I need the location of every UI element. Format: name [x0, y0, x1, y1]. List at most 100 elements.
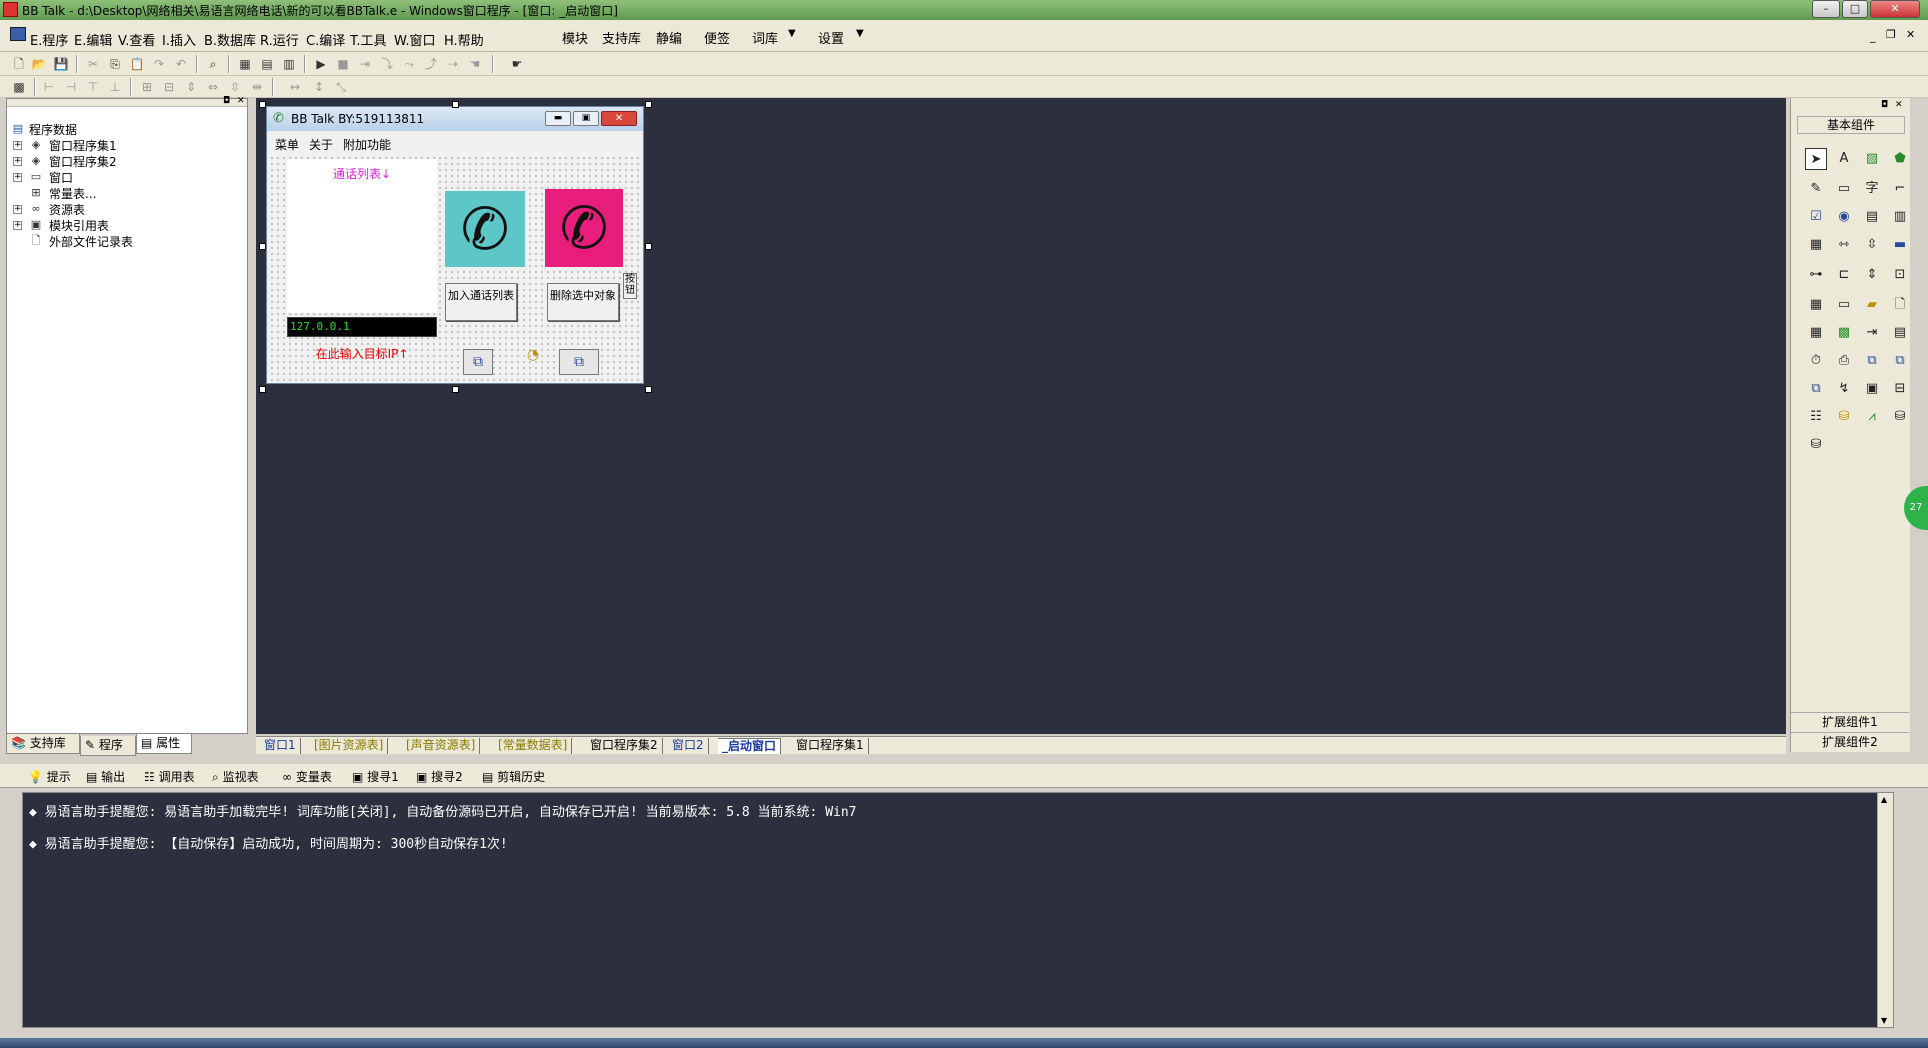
- expand-icon[interactable]: +: [13, 157, 22, 166]
- hscroll-tool-icon[interactable]: ⇿: [1833, 234, 1855, 256]
- web-tool-icon[interactable]: ▣: [1861, 378, 1883, 400]
- minimize-button[interactable]: –: [1812, 0, 1840, 18]
- label-tool-icon[interactable]: A: [1833, 148, 1855, 170]
- resize-handle-w[interactable]: [259, 243, 266, 250]
- mdi-minimize-icon[interactable]: _: [1870, 30, 1876, 43]
- close-button[interactable]: ✕: [1870, 0, 1920, 18]
- align-left-icon[interactable]: ⊢: [40, 78, 58, 96]
- menu-settings[interactable]: 设置: [818, 28, 844, 47]
- panel-close-icon[interactable]: ✕: [237, 96, 245, 106]
- same-width-icon[interactable]: ↔: [286, 78, 304, 96]
- status-tool-icon[interactable]: ▭: [1833, 294, 1855, 316]
- tab-variables[interactable]: ∞ 变量表: [282, 768, 332, 785]
- maximize-button[interactable]: □: [1842, 0, 1868, 18]
- odbc-tool-icon[interactable]: ⛁: [1889, 406, 1911, 428]
- line-tool-icon[interactable]: ⌐: [1889, 178, 1911, 200]
- drag-tool-icon[interactable]: ⇥: [1861, 322, 1883, 344]
- tab-search2[interactable]: ▣ 搜寻2: [416, 768, 463, 785]
- udp-tool-icon[interactable]: ⧉: [1805, 378, 1827, 400]
- doc-tab-constants[interactable]: [常量数据表]: [494, 738, 573, 754]
- grid-icon[interactable]: ▩: [10, 78, 28, 96]
- menu-insert[interactable]: I.插入: [162, 30, 196, 49]
- panel-pin-icon[interactable]: ◘: [223, 96, 230, 106]
- palette-pin-icon[interactable]: ◘: [1881, 100, 1888, 110]
- thesaurus-dropdown-icon[interactable]: ▼: [788, 28, 796, 39]
- tab-hint[interactable]: 💡 提示: [28, 768, 71, 785]
- menu-thesaurus[interactable]: 词库: [752, 28, 778, 47]
- menu-window[interactable]: W.窗口: [394, 30, 436, 49]
- grid-tool-icon[interactable]: ▦: [1805, 294, 1827, 316]
- align-top-icon[interactable]: ⊤: [84, 78, 102, 96]
- expand-icon[interactable]: +: [13, 173, 22, 182]
- menu-view[interactable]: V.查看: [118, 30, 155, 49]
- server-tool-icon[interactable]: ⧉: [1889, 350, 1911, 372]
- printer-tool-icon[interactable]: ⎙: [1833, 350, 1855, 372]
- stop-icon[interactable]: ■: [334, 55, 352, 73]
- form-close-button[interactable]: ✕: [601, 111, 637, 126]
- run-icon[interactable]: ▶: [312, 55, 330, 73]
- resize-handle-e[interactable]: [645, 243, 652, 250]
- mdi-close-icon[interactable]: ✕: [1906, 28, 1915, 41]
- center-h-icon[interactable]: ⊞: [138, 78, 156, 96]
- form-window[interactable]: ✆ BB Talk BY:519113811 ▬ ▣ ✕ 菜单 关于 附加功能 …: [266, 106, 644, 384]
- tab-support-lib[interactable]: 📚 支持库: [6, 734, 80, 754]
- form-menu-about[interactable]: 关于: [309, 136, 333, 153]
- menu-static-compile[interactable]: 静编: [656, 28, 682, 47]
- menu-run[interactable]: R.运行: [260, 30, 299, 49]
- palette-extended1-tab[interactable]: 扩展组件1: [1791, 712, 1909, 730]
- doc-tab-image-resources[interactable]: [图片资源表]: [310, 738, 389, 754]
- spin-tool-icon[interactable]: ⇕: [1861, 264, 1883, 286]
- menu-module[interactable]: 模块: [562, 28, 588, 47]
- call-list-box[interactable]: 通话列表↓: [287, 159, 437, 313]
- listbox-tool-icon[interactable]: ▥: [1889, 206, 1911, 228]
- dde-tool-icon[interactable]: ⊟: [1889, 378, 1911, 400]
- call-hangup-button[interactable]: ✆: [545, 189, 623, 267]
- new-file-icon[interactable]: 🗋: [10, 55, 28, 73]
- help-pointer-icon[interactable]: ☛: [508, 55, 526, 73]
- image-list-tool-icon[interactable]: ▩: [1833, 322, 1855, 344]
- expand-icon[interactable]: +: [13, 205, 22, 214]
- database-tool-icon[interactable]: ⛁: [1833, 406, 1855, 428]
- expand-icon[interactable]: +: [13, 141, 22, 150]
- tab-search1[interactable]: ▣ 搜寻1: [352, 768, 399, 785]
- align-bottom-icon[interactable]: ⊥: [106, 78, 124, 96]
- cut-icon[interactable]: ✂: [84, 55, 102, 73]
- menu-program[interactable]: E.程序: [30, 30, 68, 49]
- doc-tab-sound-resources[interactable]: [声音资源表]: [402, 738, 481, 754]
- document-tool-icon[interactable]: 🗋: [1889, 294, 1911, 316]
- call-answer-button[interactable]: ✆: [445, 191, 525, 267]
- form-minimize-button[interactable]: ▬: [545, 111, 571, 126]
- find-icon[interactable]: ⌕: [204, 55, 222, 73]
- edit-box-tool-icon[interactable]: ✎: [1805, 178, 1827, 200]
- delete-selected-button[interactable]: 删除选中对象: [547, 283, 619, 321]
- step-over-icon[interactable]: ⤳: [400, 55, 418, 73]
- table-tool-icon[interactable]: ☷: [1805, 406, 1827, 428]
- menu-notes[interactable]: 便签: [704, 28, 730, 47]
- pointer-tool-icon[interactable]: ➤: [1805, 148, 1827, 170]
- list-tool-icon[interactable]: ▦: [1805, 234, 1827, 256]
- tab-tool-icon[interactable]: ⊏: [1833, 264, 1855, 286]
- text-tool-icon[interactable]: 字: [1861, 178, 1883, 200]
- menu-database[interactable]: B.数据库: [204, 30, 256, 49]
- form-menu-main[interactable]: 菜单: [275, 136, 299, 153]
- folder-tool-icon[interactable]: ▰: [1861, 294, 1883, 316]
- breakpoint-icon[interactable]: ☚: [466, 55, 484, 73]
- open-file-icon[interactable]: 📂: [30, 55, 48, 73]
- toolbar-tool-icon[interactable]: ⊡: [1889, 264, 1911, 286]
- combo-tool-icon[interactable]: ▤: [1861, 206, 1883, 228]
- same-both-icon[interactable]: ⤡: [332, 78, 350, 96]
- run-to-icon[interactable]: ⇢: [444, 55, 462, 73]
- step-icon[interactable]: ⇥: [356, 55, 374, 73]
- report-tool-icon[interactable]: ▤: [1889, 322, 1911, 344]
- settings-dropdown-icon[interactable]: ▼: [856, 28, 864, 39]
- client-tool-icon[interactable]: ⧉: [1861, 350, 1883, 372]
- save-icon[interactable]: 💾: [52, 55, 70, 73]
- step-into-icon[interactable]: ⤵: [378, 55, 396, 73]
- copy-icon[interactable]: ⎘: [106, 55, 124, 73]
- palette-close-icon[interactable]: ✕: [1895, 100, 1903, 110]
- form-menu-extra[interactable]: 附加功能: [343, 136, 391, 153]
- menu-tools[interactable]: T.工具: [350, 30, 387, 49]
- redo-icon[interactable]: ↷: [150, 55, 168, 73]
- progress-tool-icon[interactable]: ▬: [1889, 234, 1911, 256]
- space-h-icon[interactable]: ⇔: [204, 78, 222, 96]
